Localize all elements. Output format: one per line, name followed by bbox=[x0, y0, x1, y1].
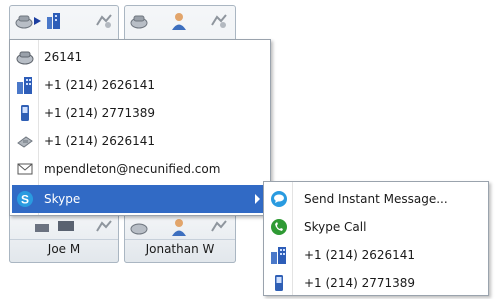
skype-call-icon bbox=[271, 219, 287, 235]
mobile-phone-icon bbox=[275, 275, 283, 291]
contact-tile-jonathan[interactable]: Jonathan W bbox=[124, 210, 236, 263]
phone-extension-icon bbox=[16, 51, 34, 65]
office-building-icon bbox=[17, 77, 32, 94]
submenu-item-label: +1 (214) 2626141 bbox=[304, 248, 416, 262]
menu-item-extension[interactable]: 26141 bbox=[12, 43, 268, 71]
submenu-item-label: +1 (214) 2771389 bbox=[304, 276, 416, 290]
menu-item-email[interactable]: mpendleton@necunified.com bbox=[12, 155, 268, 183]
submenu-item-mobile-number[interactable]: +1 (214) 2771389 bbox=[266, 269, 486, 297]
tile-divider bbox=[10, 239, 118, 240]
tile-toolbar bbox=[129, 9, 231, 33]
person-icon[interactable] bbox=[169, 11, 189, 31]
svg-text:S: S bbox=[21, 193, 29, 207]
chat-icon[interactable] bbox=[56, 217, 76, 237]
desk-phone-icon[interactable] bbox=[32, 217, 52, 237]
menu-item-skype[interactable]: S Skype bbox=[12, 185, 268, 213]
submenu-item-skype-call[interactable]: Skype Call bbox=[266, 213, 486, 241]
submenu-item-send-im[interactable]: Send Instant Message... bbox=[266, 185, 486, 213]
menu-item-desk-number[interactable]: +1 (214) 2626141 bbox=[12, 127, 268, 155]
menu-item-label: +1 (214) 2626141 bbox=[44, 78, 156, 92]
menu-item-office-number[interactable]: +1 (214) 2626141 bbox=[12, 71, 268, 99]
menu-item-mobile-number[interactable]: +1 (214) 2771389 bbox=[12, 99, 268, 127]
transfer-phone-icon[interactable] bbox=[94, 217, 114, 237]
contact-context-menu: 26141 +1 (214) 2626141 +1 (214) 2771389 … bbox=[9, 39, 271, 216]
mobile-phone-icon bbox=[21, 105, 29, 121]
transfer-phone-icon[interactable] bbox=[209, 217, 229, 237]
tile-divider bbox=[125, 239, 235, 240]
tile-name-joe-m[interactable]: Joe M bbox=[10, 242, 118, 256]
tile-name-jonathan-w[interactable]: Jonathan W bbox=[125, 242, 235, 256]
skype-icon: S bbox=[17, 191, 33, 207]
skype-submenu: Send Instant Message... Skype Call +1 (2… bbox=[263, 181, 489, 296]
desk-phone-icon bbox=[17, 136, 33, 148]
tile-toolbar bbox=[129, 215, 231, 239]
tile-toolbar bbox=[14, 215, 114, 239]
desk-phone-icon[interactable] bbox=[129, 11, 149, 31]
menu-item-label: Skype bbox=[44, 192, 81, 206]
submenu-arrow-icon bbox=[255, 194, 260, 204]
transfer-phone-icon[interactable] bbox=[209, 11, 229, 31]
menu-item-label: +1 (214) 2771389 bbox=[44, 106, 156, 120]
tile-toolbar bbox=[14, 9, 114, 33]
transfer-phone-icon[interactable] bbox=[94, 11, 114, 31]
arrow-right-icon bbox=[34, 17, 41, 25]
menu-item-label: 26141 bbox=[44, 50, 83, 64]
desk-phone-icon[interactable] bbox=[129, 217, 149, 237]
desk-phone-icon[interactable] bbox=[14, 11, 34, 31]
submenu-item-label: Send Instant Message... bbox=[304, 192, 448, 206]
menu-item-label: +1 (214) 2626141 bbox=[44, 134, 156, 148]
person-icon[interactable] bbox=[169, 217, 189, 237]
email-icon bbox=[17, 163, 33, 175]
contact-tile-joe[interactable]: Joe M bbox=[9, 210, 119, 263]
submenu-item-label: Skype Call bbox=[304, 220, 367, 234]
menu-item-label: mpendleton@necunified.com bbox=[44, 162, 221, 176]
office-building-icon[interactable] bbox=[44, 11, 64, 31]
submenu-item-office-number[interactable]: +1 (214) 2626141 bbox=[266, 241, 486, 269]
office-building-icon bbox=[271, 247, 286, 264]
skype-chat-icon bbox=[271, 191, 287, 207]
